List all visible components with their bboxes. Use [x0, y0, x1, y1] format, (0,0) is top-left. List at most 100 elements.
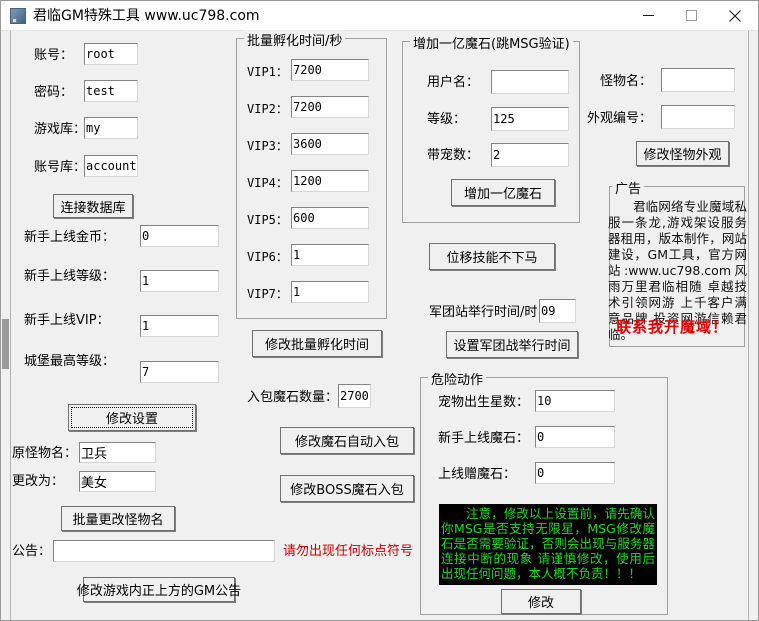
danger-warning-text: 注意，修改以上设置前，请先确认你MSG是否支持无限星，MSG修改魔石是否需要验证… — [439, 504, 657, 585]
gamedb-input-value: my — [86, 121, 101, 135]
app-icon — [10, 8, 26, 24]
newbie-gold-label: 新手上线金币： — [24, 230, 116, 245]
vip1-input[interactable]: 7200 — [291, 59, 369, 81]
origin-monster-input[interactable]: 卫兵 — [79, 442, 156, 463]
vip5-input[interactable]: 600 — [291, 207, 369, 229]
newbie-level-input[interactable]: 1 — [140, 270, 219, 292]
hatch-time-group: 批量孵化时间/秒 VIP1： 7200 VIP2： 7200 VIP3： 360… — [236, 30, 387, 319]
batch-rename-monster-button[interactable]: 批量更改怪物名 — [61, 506, 175, 531]
newbie-vip-value: 1 — [142, 319, 150, 333]
close-button[interactable] — [713, 1, 756, 30]
vip2-value: 7200 — [293, 100, 322, 114]
castle-level-label: 城堡最高等级： — [24, 354, 116, 369]
castle-level-input[interactable]: 7 — [140, 361, 219, 383]
update-gm-notice-button[interactable]: 修改游戏内正上方的GM公告 — [77, 577, 241, 602]
modify-monster-look-button[interactable]: 修改怪物外观 — [636, 141, 729, 166]
pet-star-label: 宠物出生星数： — [438, 395, 530, 410]
accountdb-label: 账号库： — [34, 160, 87, 175]
newbie-stone-input[interactable]: 0 — [535, 426, 615, 448]
monster-code-input[interactable] — [661, 105, 735, 129]
save-settings-button[interactable]: 修改设置 — [68, 404, 196, 431]
scroll-thumb[interactable] — [2, 319, 9, 369]
vip3-value: 3600 — [293, 137, 322, 151]
vip6-value: 1 — [293, 248, 301, 262]
vip4-input[interactable]: 1200 — [291, 170, 369, 192]
vip7-input[interactable]: 1 — [291, 281, 369, 303]
vip3-input[interactable]: 3600 — [291, 133, 369, 155]
title-bar: 君临GM特殊工具 www.uc798.com — [1, 1, 758, 31]
monster-name-label: 怪物名： — [600, 74, 653, 89]
account-input-value: root — [86, 47, 115, 61]
add-stone-group: 增加一亿魔石(跳MSG验证) 用户名： 等级： 125 带宠数： 2 增加一亿魔… — [402, 33, 580, 223]
newbie-vip-input[interactable]: 1 — [140, 315, 219, 337]
danger-actions-group: 危险动作 宠物出生星数： 10 新手上线魔石： 0 上线赠魔石： 0 注意，修改… — [420, 369, 668, 615]
accountdb-input[interactable]: account — [84, 155, 138, 177]
advertisement-slogan: 联系我开魔域！ — [616, 318, 729, 336]
vip2-label: VIP2： — [247, 102, 288, 116]
account-input[interactable]: root — [84, 43, 138, 65]
newbie-gold-value: 0 — [142, 229, 150, 243]
add-stone-user-label: 用户名： — [427, 75, 480, 90]
vip4-value: 1200 — [293, 174, 322, 188]
modify-hatch-time-button[interactable]: 修改批量孵化时间 — [252, 330, 382, 357]
vip2-input[interactable]: 7200 — [291, 96, 369, 118]
add-stone-level-label: 等级： — [427, 112, 467, 127]
newbie-gold-input[interactable]: 0 — [140, 225, 219, 247]
new-monster-value: 美女 — [81, 476, 108, 491]
minimize-button[interactable] — [627, 1, 670, 30]
login-gift-stone-label: 上线赠魔石： — [438, 467, 517, 482]
legion-time-value: 09 — [541, 304, 556, 318]
client-area: 账号： root 密码： test 游戏库： my 账号库： account 连… — [2, 30, 758, 620]
advertisement-group: 广告 君临网络专业魔域私服一条龙,游戏架设服务器租用，版本制作，网站建设，GM工… — [608, 178, 747, 347]
newbie-stone-value: 0 — [537, 430, 545, 444]
add-stone-pet-label: 带宠数： — [427, 148, 480, 163]
password-input-value: test — [86, 84, 115, 98]
vip5-label: VIP5： — [247, 213, 288, 227]
monster-name-input[interactable] — [661, 68, 735, 92]
danger-actions-caption: 危险动作 — [428, 369, 487, 388]
hatch-time-group-caption: 批量孵化时间/秒 — [244, 30, 346, 49]
vip1-label: VIP1： — [247, 65, 288, 79]
login-gift-stone-input[interactable]: 0 — [535, 462, 615, 484]
gamedb-input[interactable]: my — [84, 117, 138, 139]
stone-bag-label: 入包魔石数量： — [247, 390, 339, 405]
vip7-value: 1 — [293, 285, 301, 299]
danger-apply-button[interactable]: 修改 — [501, 589, 581, 614]
advertisement-caption: 广告 — [612, 178, 645, 197]
pet-star-value: 10 — [537, 394, 552, 408]
left-scroll-gutter[interactable] — [2, 31, 11, 620]
pet-star-input[interactable]: 10 — [535, 390, 615, 412]
vip6-label: VIP6： — [247, 250, 288, 264]
new-monster-input[interactable]: 美女 — [79, 471, 156, 492]
vip3-label: VIP3： — [247, 139, 288, 153]
castle-level-value: 7 — [142, 365, 150, 379]
stone-bag-input[interactable]: 2700 — [338, 384, 371, 408]
legion-time-input[interactable]: 09 — [539, 299, 576, 323]
stone-bag-value: 2700 — [340, 389, 369, 403]
legion-time-label: 军团站举行时间/时 — [429, 305, 538, 320]
account-label: 账号： — [34, 48, 74, 63]
boss-stone-bag-button[interactable]: 修改BOSS魔石入包 — [280, 475, 414, 502]
gamedb-label: 游戏库： — [34, 122, 87, 137]
notice-hint: 请勿出现任何标点符号 — [283, 544, 414, 559]
newbie-level-label: 新手上线等级： — [24, 269, 116, 284]
origin-monster-value: 卫兵 — [81, 447, 108, 462]
connect-database-button[interactable]: 连接数据库 — [53, 194, 133, 218]
auto-stone-bag-button[interactable]: 修改魔石自动入包 — [280, 427, 414, 454]
add-stone-pet-input[interactable]: 2 — [491, 143, 569, 167]
add-stone-button[interactable]: 增加一亿魔石 — [451, 179, 555, 206]
add-stone-group-caption: 增加一亿魔石(跳MSG验证) — [410, 33, 573, 52]
accountdb-input-value: account — [86, 159, 137, 173]
origin-monster-label: 原怪物名： — [12, 446, 78, 461]
add-stone-level-input[interactable]: 125 — [491, 107, 569, 131]
newbie-stone-label: 新手上线魔石： — [438, 431, 530, 446]
password-label: 密码： — [34, 85, 74, 100]
dash-skill-button[interactable]: 位移技能不下马 — [429, 243, 555, 270]
set-legion-time-button[interactable]: 设置军团战举行时间 — [446, 331, 578, 358]
add-stone-user-input[interactable] — [491, 70, 569, 94]
maximize-button[interactable] — [670, 1, 713, 30]
new-monster-label: 更改为： — [12, 474, 65, 489]
vip6-input[interactable]: 1 — [291, 244, 369, 266]
password-input[interactable]: test — [84, 80, 138, 102]
notice-input[interactable] — [53, 540, 275, 562]
